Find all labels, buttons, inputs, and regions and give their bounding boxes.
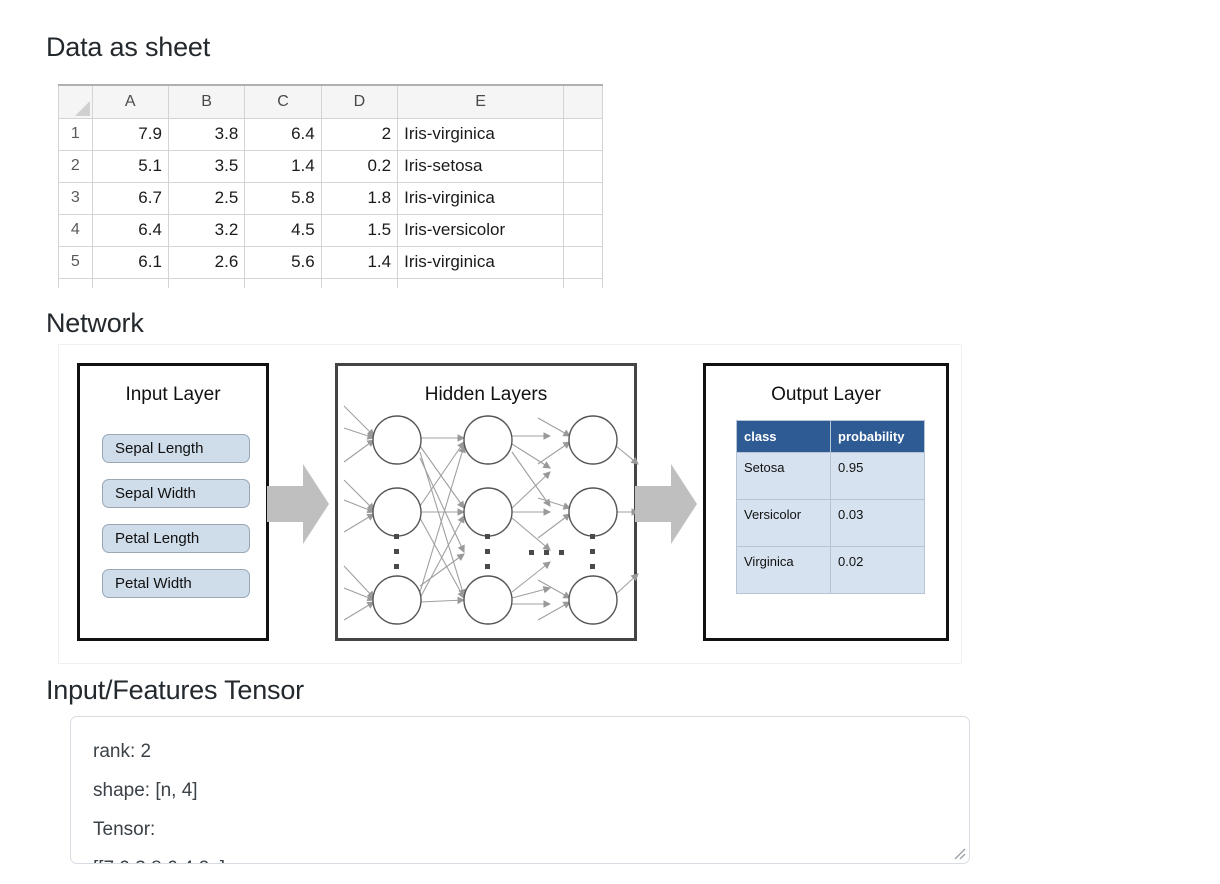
table-row[interactable]: 2 5.1 3.5 1.4 0.2 Iris-setosa: [58, 149, 603, 183]
table-row: Versicolor 0.03: [736, 499, 925, 547]
cell-c5[interactable]: 5.6: [244, 245, 322, 279]
cell-b4[interactable]: 3.2: [167, 213, 246, 247]
table-row[interactable]: 5 6.1 2.6 5.6 1.4 Iris-virginica: [58, 245, 603, 279]
arrow-input-to-hidden-icon: [267, 464, 329, 544]
table-row[interactable]: 4 6.4 3.2 4.5 1.5 Iris-versicolor: [58, 213, 603, 247]
cell-f4[interactable]: [563, 213, 603, 247]
output-header-class: class: [736, 420, 831, 453]
row-header-4[interactable]: 4: [58, 213, 93, 247]
column-header-b[interactable]: B: [167, 84, 246, 119]
table-row-partial[interactable]: [58, 277, 603, 288]
spreadsheet-header-row: A B C D E: [58, 84, 603, 119]
spreadsheet[interactable]: A B C D E 1 7.9 3.8 6.4 2 Iris-virginica…: [58, 84, 603, 288]
output-cell-class-virginica: Virginica: [736, 546, 831, 594]
cell-c6[interactable]: [244, 277, 322, 288]
column-header-d[interactable]: D: [320, 84, 399, 119]
cell-f3[interactable]: [563, 181, 603, 215]
feature-chip-petal-length[interactable]: Petal Length: [102, 524, 250, 553]
cell-e2[interactable]: Iris-setosa: [397, 149, 564, 183]
output-layer-title: Output Layer: [771, 384, 881, 405]
table-row[interactable]: 3 6.7 2.5 5.8 1.8 Iris-virginica: [58, 181, 603, 215]
cell-e1[interactable]: Iris-virginica: [397, 117, 564, 151]
output-cell-prob-setosa: 0.95: [830, 452, 925, 500]
cell-c3[interactable]: 5.8: [244, 181, 322, 215]
cell-c4[interactable]: 4.5: [244, 213, 322, 247]
cell-f2[interactable]: [563, 149, 603, 183]
cell-d4[interactable]: 1.5: [320, 213, 399, 247]
output-layer-box: Output Layer class probability Setosa 0.…: [703, 363, 949, 641]
network-diagram-panel: Input Layer Sepal Length Sepal Width Pet…: [58, 344, 962, 664]
table-row[interactable]: 1 7.9 3.8 6.4 2 Iris-virginica: [58, 117, 603, 151]
output-table-header-row: class probability: [736, 420, 925, 453]
cell-d1[interactable]: 2: [320, 117, 399, 151]
cell-c2[interactable]: 1.4: [244, 149, 322, 183]
cell-a2[interactable]: 5.1: [91, 149, 169, 183]
output-cell-prob-versicolor: 0.03: [830, 499, 925, 547]
page-title-data-as-sheet: Data as sheet: [46, 32, 211, 62]
tensor-line-shape: shape: [n, 4]: [93, 780, 198, 801]
row-header-5[interactable]: 5: [58, 245, 93, 279]
cell-a4[interactable]: 6.4: [91, 213, 169, 247]
column-header-e[interactable]: E: [397, 84, 564, 119]
input-layer-title: Input Layer: [125, 384, 221, 405]
cell-b3[interactable]: 2.5: [167, 181, 246, 215]
cell-b1[interactable]: 3.8: [167, 117, 246, 151]
table-row: Setosa 0.95: [736, 452, 925, 500]
cell-e5[interactable]: Iris-virginica: [397, 245, 564, 279]
cell-e3[interactable]: Iris-virginica: [397, 181, 564, 215]
column-header-a[interactable]: A: [91, 84, 169, 119]
feature-chip-sepal-width[interactable]: Sepal Width: [102, 479, 250, 508]
column-header-c[interactable]: C: [244, 84, 322, 119]
cell-a6[interactable]: [91, 277, 169, 288]
spreadsheet-table[interactable]: A B C D E 1 7.9 3.8 6.4 2 Iris-virginica…: [58, 84, 603, 288]
feature-chip-sepal-length[interactable]: Sepal Length: [102, 434, 250, 463]
cell-a3[interactable]: 6.7: [91, 181, 169, 215]
feature-chip-petal-width[interactable]: Petal Width: [102, 569, 250, 598]
tensor-line-values: [[7.9 3.8 6.4 2. ]: [93, 858, 225, 863]
cell-d3[interactable]: 1.8: [320, 181, 399, 215]
cell-a1[interactable]: 7.9: [91, 117, 169, 151]
cell-f5[interactable]: [563, 245, 603, 279]
page-title-network: Network: [46, 308, 144, 338]
tensor-textarea[interactable]: rank: 2 shape: [n, 4] Tensor: [[7.9 3.8 …: [70, 716, 970, 864]
cell-d6[interactable]: [320, 277, 399, 288]
row-header-2[interactable]: 2: [58, 149, 93, 183]
row-header-3[interactable]: 3: [58, 181, 93, 215]
cell-b5[interactable]: 2.6: [167, 245, 246, 279]
hidden-layers-node-graph: [343, 405, 640, 625]
table-row: Virginica 0.02: [736, 546, 925, 594]
output-cell-class-versicolor: Versicolor: [736, 499, 831, 547]
select-all-corner-cell[interactable]: [58, 84, 93, 119]
input-layer-box: Input Layer Sepal Length Sepal Width Pet…: [77, 363, 269, 641]
cell-e6[interactable]: [397, 277, 564, 288]
cell-b2[interactable]: 3.5: [167, 149, 246, 183]
corner-triangle-icon: [74, 100, 90, 116]
row-header-6[interactable]: [58, 277, 93, 288]
cell-a5[interactable]: 6.1: [91, 245, 169, 279]
cell-b6[interactable]: [167, 277, 246, 288]
cell-f1[interactable]: [563, 117, 603, 151]
tensor-line-label: Tensor:: [93, 819, 156, 840]
hidden-layers-box: Hidden Layers: [335, 363, 640, 641]
row-header-1[interactable]: 1: [58, 117, 93, 151]
cell-d2[interactable]: 0.2: [320, 149, 399, 183]
output-cell-prob-virginica: 0.02: [830, 546, 925, 594]
column-header-f[interactable]: [563, 84, 603, 119]
cell-f6[interactable]: [563, 277, 603, 288]
tensor-line-rank: rank: 2: [93, 741, 152, 762]
page-title-tensor: Input/Features Tensor: [46, 675, 304, 705]
cell-e4[interactable]: Iris-versicolor: [397, 213, 564, 247]
output-header-probability: probability: [830, 420, 925, 453]
arrow-hidden-to-output-icon: [635, 464, 697, 544]
output-probability-table: class probability Setosa 0.95 Versicolor…: [736, 420, 925, 594]
cell-d5[interactable]: 1.4: [320, 245, 399, 279]
cell-c1[interactable]: 6.4: [244, 117, 322, 151]
output-cell-class-setosa: Setosa: [736, 452, 831, 500]
resize-grip-icon[interactable]: [952, 846, 966, 860]
